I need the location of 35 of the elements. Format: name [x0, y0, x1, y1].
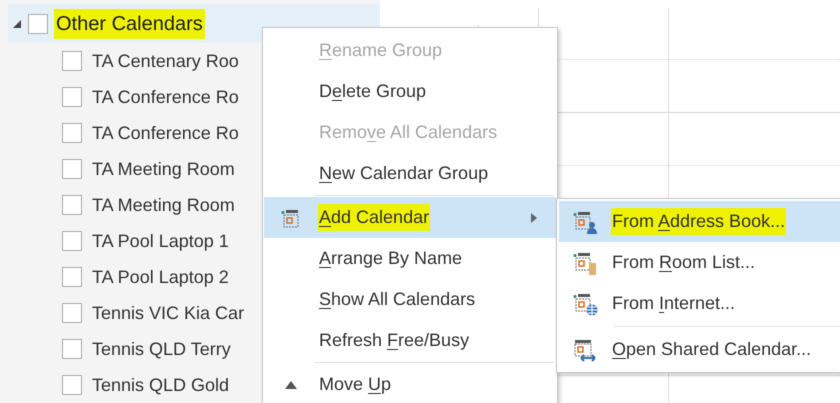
- checkbox[interactable]: [28, 14, 48, 34]
- checkbox[interactable]: [62, 195, 82, 215]
- calendar-name[interactable]: TA Meeting Room: [92, 192, 235, 218]
- checkbox[interactable]: [62, 267, 82, 287]
- menu-item[interactable]: Move Up: [264, 364, 556, 403]
- calendar-name[interactable]: TA Pool Laptop 1: [92, 228, 229, 254]
- calendar-name[interactable]: TA Centenary Roo: [92, 48, 239, 74]
- calendar-name[interactable]: TA Pool Laptop 2: [92, 264, 229, 290]
- checkbox[interactable]: [62, 51, 82, 71]
- submenu-item[interactable]: From Address Book...: [559, 201, 840, 242]
- checkbox[interactable]: [62, 231, 82, 251]
- up-triangle-icon: [284, 380, 298, 390]
- menu-item[interactable]: Refresh Free/Busy: [264, 320, 556, 361]
- submenu-item[interactable]: From Internet...: [559, 283, 840, 324]
- checkbox[interactable]: [62, 123, 82, 143]
- calendar-name[interactable]: TA Conference Ro: [92, 84, 239, 110]
- menu-item[interactable]: Show All Calendars: [264, 279, 556, 320]
- expanded-triangle-icon[interactable]: [12, 18, 22, 28]
- checkbox[interactable]: [62, 159, 82, 179]
- calendar-name[interactable]: Tennis VIC Kia Car: [92, 300, 244, 326]
- menu-item[interactable]: New Calendar Group: [264, 153, 556, 194]
- calendar-name[interactable]: Tennis QLD Terry: [92, 336, 231, 362]
- checkbox[interactable]: [62, 339, 82, 359]
- checkbox[interactable]: [62, 87, 82, 107]
- group-label: Other Calendars: [54, 8, 205, 38]
- menu-item[interactable]: Arrange By Name: [264, 238, 556, 279]
- menu-item[interactable]: Delete Group: [264, 71, 556, 112]
- submenu-item[interactable]: Open Shared Calendar...: [559, 329, 840, 370]
- calendar-name[interactable]: TA Conference Ro: [92, 120, 239, 146]
- submenu-item[interactable]: From Room List...: [559, 242, 840, 283]
- menu-item[interactable]: Add Calendar: [264, 197, 556, 238]
- checkbox[interactable]: [62, 375, 82, 395]
- checkbox[interactable]: [62, 303, 82, 323]
- calendar-name[interactable]: TA Meeting Room: [92, 156, 235, 182]
- calendar-name[interactable]: Tennis QLD Gold: [92, 372, 230, 398]
